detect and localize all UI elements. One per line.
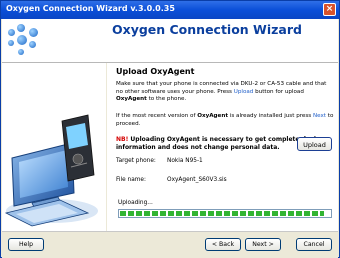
- progress-fill: [120, 211, 324, 216]
- upload-button[interactable]: Upload: [297, 137, 332, 151]
- oxygen-logo-icon: [8, 23, 44, 59]
- back-button[interactable]: < Back: [205, 238, 241, 251]
- title-bar[interactable]: Oxygen Connection Wizard v.3.0.0.35 ×: [1, 1, 339, 19]
- section-title: Upload OxyAgent: [116, 67, 195, 76]
- progress-label: Uploading...: [118, 200, 153, 206]
- next-link: Next: [312, 113, 326, 119]
- window-title: Oxygen Connection Wizard v.3.0.0.35: [6, 4, 175, 13]
- cancel-button[interactable]: Cancel: [296, 238, 332, 251]
- file-name-value: OxyAgent_S60V3.sis: [167, 177, 227, 183]
- text-segment: to the phone.: [146, 96, 187, 103]
- target-phone-label: Target phone:: [116, 158, 156, 164]
- wizard-header: Oxygen Connection Wizard: [2, 19, 338, 63]
- text-segment: is already installed just press: [228, 113, 313, 119]
- help-button[interactable]: Help: [8, 238, 44, 251]
- oxyagent-bold: OxyAgent: [197, 113, 228, 119]
- target-phone-value: Nokia N95-1: [167, 158, 203, 164]
- proceed-paragraph: If the most recent version of OxyAgent i…: [116, 113, 334, 128]
- text-segment: button for upload: [253, 88, 304, 95]
- oxyagent-bold: OxyAgent: [116, 96, 147, 103]
- wizard-body: Upload OxyAgent Make sure that your phon…: [107, 63, 338, 231]
- wizard-footer: Help < Back Next > Cancel: [2, 231, 338, 258]
- file-name-label: File name:: [116, 177, 146, 183]
- page-title: Oxygen Connection Wizard: [112, 22, 302, 37]
- side-illustration: [2, 63, 106, 231]
- wizard-window: Oxygen Connection Wizard v.3.0.0.35 × Ox…: [0, 0, 340, 258]
- close-icon[interactable]: ×: [323, 3, 336, 16]
- computer-phone-icon: [4, 114, 98, 227]
- instructions-paragraph: Make sure that your phone is connected v…: [116, 81, 334, 104]
- text-segment: If the most recent version of: [116, 113, 198, 119]
- warning-body: Uploading OxyAgent is necessary to get c…: [116, 136, 324, 151]
- upload-progress-bar: [118, 209, 332, 218]
- next-button[interactable]: Next >: [245, 238, 281, 251]
- upload-link: Upload: [233, 88, 254, 95]
- warning-prefix: NB!: [116, 136, 129, 143]
